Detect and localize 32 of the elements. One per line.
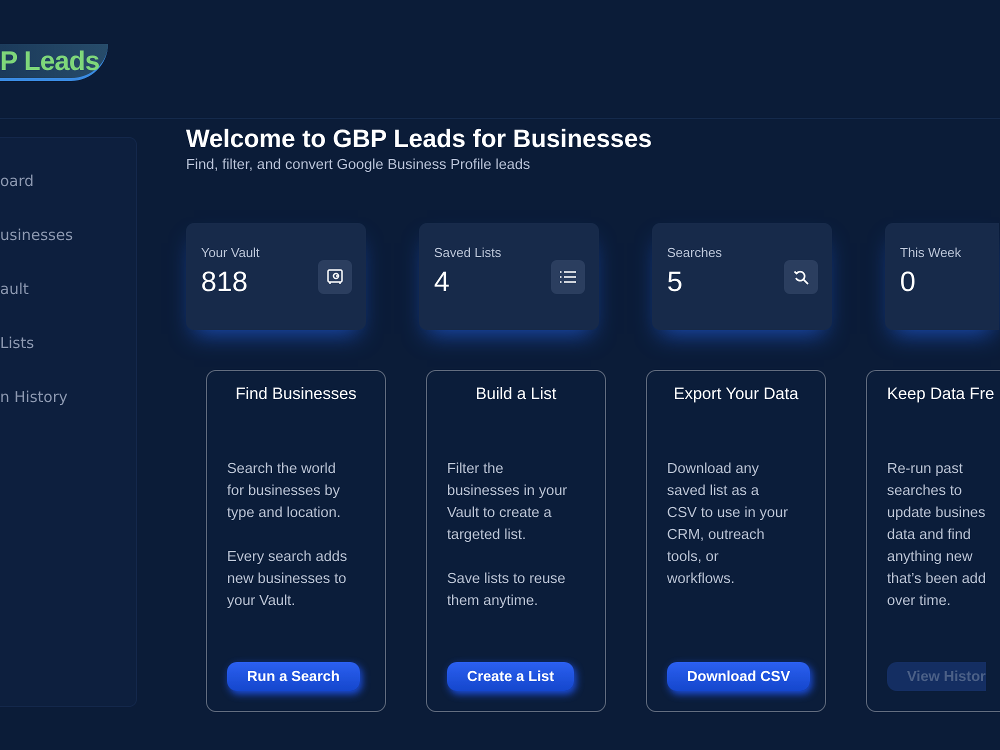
action-button[interactable]: Create a List [447, 662, 574, 691]
card-description: Every search adds new businesses to your Vault. [227, 548, 348, 611]
sidebar-item[interactable]: usinesses [0, 224, 136, 247]
card-description: Save lists to reuse them anytime. [447, 570, 566, 611]
safe-icon [326, 268, 344, 286]
sidebar-item[interactable]: Lists [0, 332, 136, 355]
stat-value: 5 [667, 266, 684, 298]
stat-label: Your Vault [201, 245, 260, 260]
card-description: Search the world for businesses by type and location. [227, 460, 342, 523]
card-title: Export Your Data [672, 385, 800, 404]
card-title: Build a List [474, 385, 558, 404]
sidebar-item[interactable]: n History [0, 386, 136, 409]
card-title: Keep Data Fre [887, 385, 996, 404]
sidebar-item[interactable]: oard [0, 170, 136, 193]
card-description: Filter the businesses in your Vault to create a targeted list. [447, 460, 568, 545]
card-description: Download any saved list as a CSV to use in your CRM, outreach tools, or workflows. [667, 460, 789, 589]
stat-value: 818 [201, 266, 249, 298]
search-icon [792, 268, 810, 286]
stat-label: Saved Lists [434, 245, 502, 260]
app-logo: P Leads [0, 44, 108, 81]
card-title: Find Businesses [234, 385, 358, 404]
card-description: Re-run past searches to update busines data and find anything new that’s been add over time. [887, 460, 987, 611]
stat-label: Searches [667, 245, 722, 260]
action-button[interactable]: Run a Search [227, 662, 360, 691]
page-subtitle: Find, filter, and convert Google Business Profile leads [186, 157, 532, 173]
page-title: Welcome to GBP Leads for Businesses [186, 124, 653, 155]
stat-value: 0 [900, 266, 917, 298]
action-button[interactable]: Download CSV [667, 662, 810, 691]
stat-value: 4 [434, 266, 451, 298]
sidebar-item[interactable]: ault [0, 278, 136, 301]
stat-label: This Week [900, 245, 962, 260]
list-icon [559, 270, 577, 284]
